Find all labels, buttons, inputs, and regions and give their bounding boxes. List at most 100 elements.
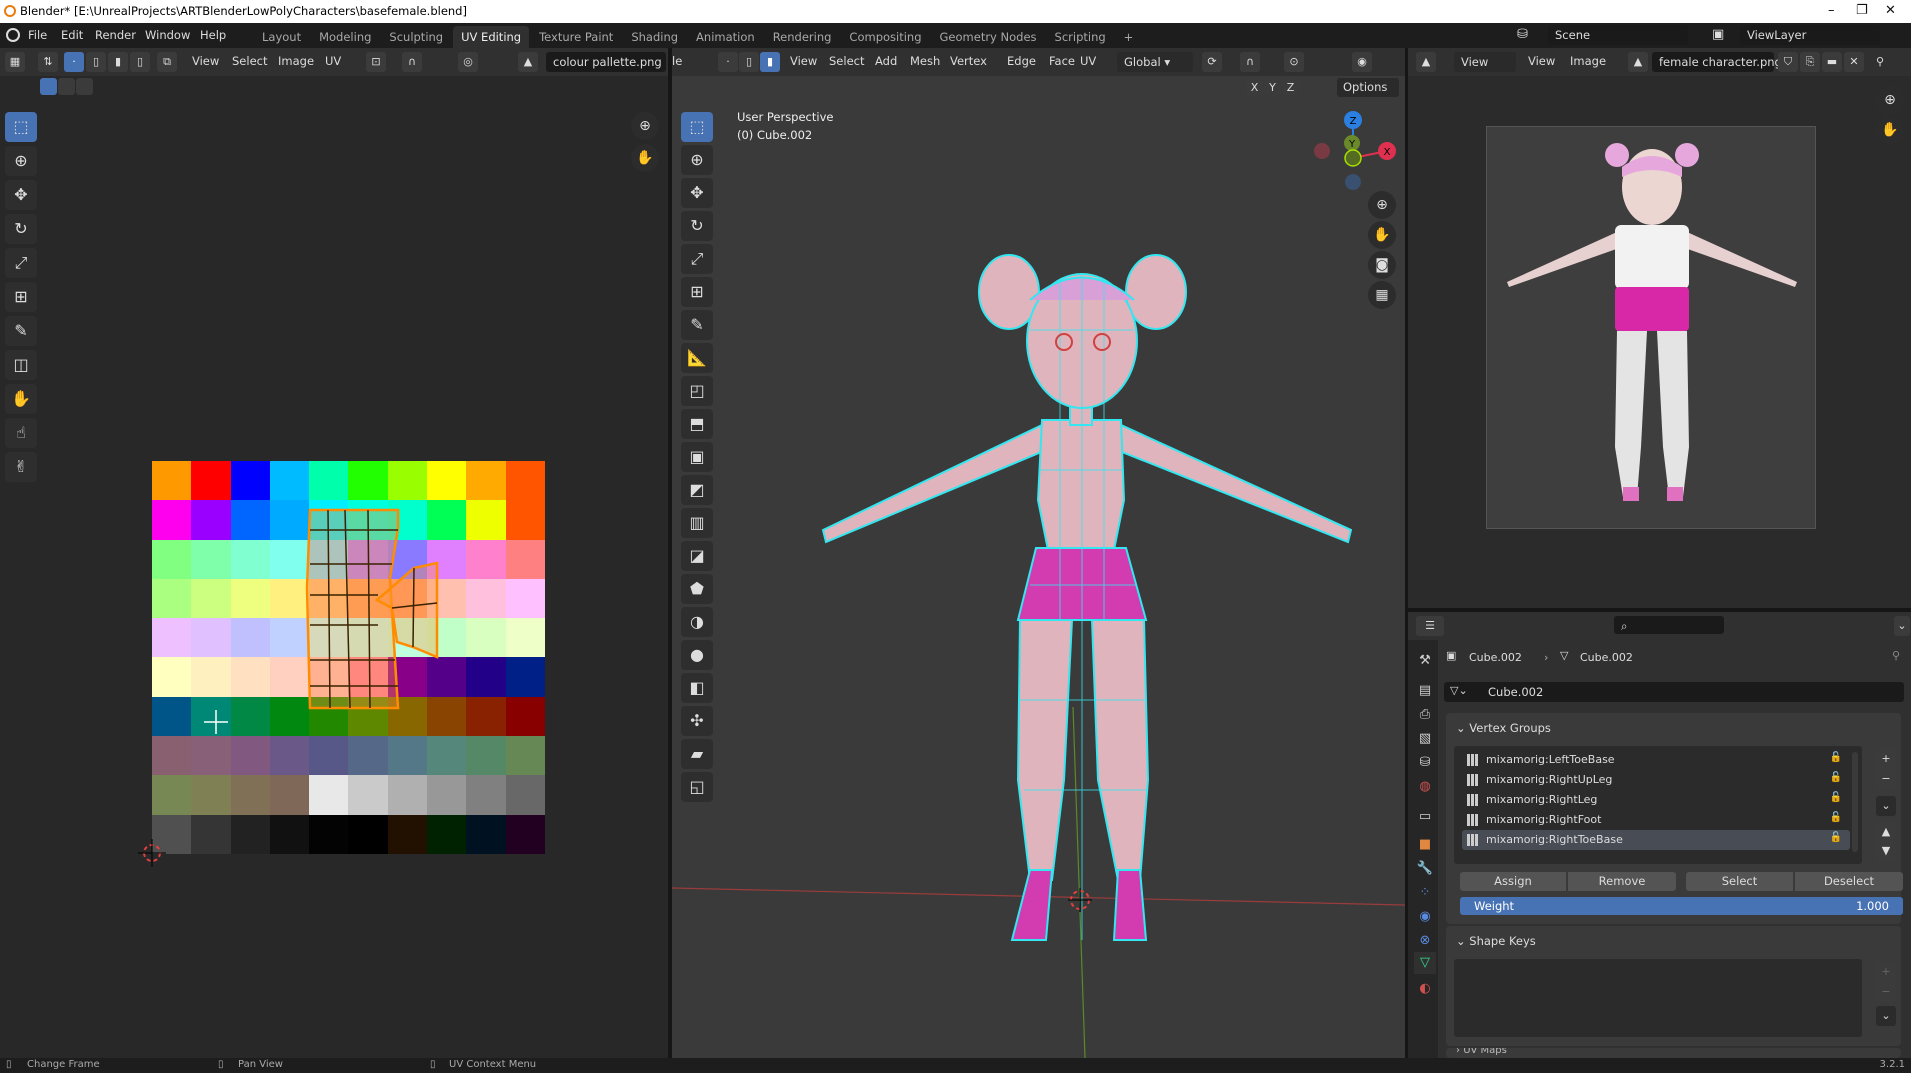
vertex-group-item[interactable]: mixamorig:RightUpLeg 🔓: [1462, 770, 1850, 790]
lock-icon[interactable]: 🔓: [1830, 752, 1842, 763]
menu-file[interactable]: File: [28, 28, 47, 42]
lock-icon[interactable]: 🔓: [1830, 772, 1842, 783]
zoom-icon[interactable]: ⊕: [1876, 86, 1904, 114]
ortho-grid-icon[interactable]: ▦: [1368, 281, 1396, 309]
annotate-icon[interactable]: ✎: [681, 310, 713, 340]
spin-icon[interactable]: ◑: [681, 607, 713, 637]
transform-icon[interactable]: ⊞: [681, 277, 713, 307]
minimize-button[interactable]: –: [1828, 3, 1835, 18]
open-image-icon[interactable]: ▬: [1822, 52, 1842, 72]
unlink-icon[interactable]: ✕: [1844, 52, 1864, 72]
pan-hand-icon[interactable]: ✋: [1876, 116, 1904, 144]
pan-hand-icon[interactable]: ✋: [631, 144, 659, 172]
uv-editor[interactable]: ▦ ⇅ · ▯ ▮ ▯ ⧉ View Select Image UV ⊡ ∩ ◎…: [0, 48, 668, 1058]
workspace-tab[interactable]: UV Editing: [453, 26, 530, 48]
inset-icon[interactable]: ▣: [681, 442, 713, 472]
workspace-tab[interactable]: Layout: [254, 26, 309, 48]
vertex-group-specials-button[interactable]: ⌄: [1876, 796, 1896, 816]
move-icon[interactable]: ✥: [681, 178, 713, 208]
gizmo-y-label[interactable]: Y: [1348, 139, 1356, 150]
deselect-button[interactable]: Deselect: [1795, 872, 1903, 891]
list-scrollbar[interactable]: [1852, 752, 1858, 852]
tool-tab-icon[interactable]: ⚒: [1414, 650, 1436, 672]
remove-shape-key-button[interactable]: −: [1876, 982, 1896, 1002]
zoom-icon[interactable]: ⊕: [631, 112, 659, 140]
add-cube-icon[interactable]: ◰: [681, 376, 713, 406]
move-down-button[interactable]: ▼: [1876, 841, 1896, 861]
render-tab-icon[interactable]: ▤: [1414, 680, 1436, 702]
gizmo-x-label[interactable]: X: [1384, 147, 1391, 158]
bevel-icon[interactable]: ◩: [681, 475, 713, 505]
object-tab-icon[interactable]: ■: [1414, 834, 1436, 856]
measure-icon[interactable]: 📐: [681, 343, 713, 373]
image-menu-view[interactable]: View: [1528, 54, 1555, 68]
cursor-icon[interactable]: ⊕: [681, 145, 713, 175]
workspace-tab[interactable]: Compositing: [841, 26, 929, 48]
modifier-tab-icon[interactable]: 🔧: [1414, 858, 1436, 880]
shear-icon[interactable]: ▰: [681, 739, 713, 769]
extrude-icon[interactable]: ⬒: [681, 409, 713, 439]
pin-icon[interactable]: ⚲: [1870, 52, 1890, 72]
pan-hand-icon[interactable]: ✋: [1368, 221, 1396, 249]
vertex-group-item[interactable]: mixamorig:RightLeg 🔓: [1462, 790, 1850, 810]
blender-menu-icon[interactable]: [6, 28, 20, 42]
fake-user-icon[interactable]: ⛉: [1778, 52, 1798, 72]
scene-tab-icon[interactable]: ⛁: [1414, 752, 1436, 774]
weight-slider[interactable]: Weight 1.000: [1460, 897, 1903, 915]
constraints-tab-icon[interactable]: ⊗: [1414, 930, 1436, 952]
shrink-icon[interactable]: ✣: [681, 706, 713, 736]
world-tab-icon[interactable]: ◍: [1414, 776, 1436, 798]
workspace-tab[interactable]: Animation: [688, 26, 763, 48]
properties-search-input[interactable]: ⌕: [1614, 616, 1724, 634]
select-button[interactable]: Select: [1686, 872, 1793, 891]
workspace-tab[interactable]: Scripting: [1047, 26, 1114, 48]
select-box-icon[interactable]: ⬚: [681, 112, 713, 142]
new-image-icon[interactable]: ⎘: [1800, 52, 1820, 72]
editor-type-icon[interactable]: ☰: [1416, 616, 1444, 636]
physics-tab-icon[interactable]: ◉: [1414, 906, 1436, 928]
scale-icon[interactable]: ⤢: [681, 244, 713, 274]
poly-build-icon[interactable]: ⬟: [681, 574, 713, 604]
particles-tab-icon[interactable]: ⁘: [1414, 882, 1436, 904]
menu-help[interactable]: Help: [200, 28, 226, 42]
shape-keys-header[interactable]: ⌄ Shape Keys: [1456, 934, 1536, 948]
mesh-name-field[interactable]: Cube.002: [1444, 682, 1904, 702]
pin-icon[interactable]: ⚲: [1892, 649, 1900, 662]
workspace-tab[interactable]: Geometry Nodes: [932, 26, 1045, 48]
lock-icon[interactable]: 🔓: [1830, 832, 1842, 843]
shape-key-specials-button[interactable]: ⌄: [1876, 1006, 1896, 1026]
workspace-tab[interactable]: Texture Paint: [531, 26, 621, 48]
mesh-data-browse-icon[interactable]: ▽⌄: [1450, 684, 1468, 697]
knife-icon[interactable]: ◪: [681, 541, 713, 571]
collection-tab-icon[interactable]: ▭: [1414, 806, 1436, 828]
breadcrumb-mesh[interactable]: Cube.002: [1580, 651, 1633, 664]
close-button[interactable]: ✕: [1885, 3, 1896, 18]
workspace-tab[interactable]: Rendering: [765, 26, 840, 48]
image-browse-icon[interactable]: ▲: [1628, 52, 1648, 72]
view-layer-field[interactable]: ViewLayer: [1740, 25, 1880, 45]
lock-icon[interactable]: 🔓: [1830, 792, 1842, 803]
vertex-group-item[interactable]: mixamorig:LeftToeBase 🔓: [1462, 750, 1850, 770]
assign-button[interactable]: Assign: [1460, 872, 1566, 891]
view-mode-dropdown[interactable]: View: [1454, 52, 1516, 72]
image-editor[interactable]: ▲ View View Image ▲ female character.png…: [1408, 48, 1911, 608]
rip-region-icon[interactable]: ◱: [681, 772, 713, 802]
workspace-tab[interactable]: Sculpting: [381, 26, 451, 48]
workspace-tab[interactable]: Shading: [623, 26, 686, 48]
mesh-data-tab-icon[interactable]: ▽: [1414, 952, 1436, 974]
gizmo-z-label[interactable]: Z: [1350, 116, 1357, 127]
image-name-field[interactable]: female character.png: [1652, 52, 1782, 72]
scene-icon[interactable]: ⛁: [1517, 27, 1528, 42]
uv-maps-header[interactable]: › UV Maps: [1456, 1048, 1507, 1056]
lock-icon[interactable]: 🔓: [1830, 812, 1842, 823]
move-up-button[interactable]: ▲: [1876, 822, 1896, 842]
output-tab-icon[interactable]: ⎙: [1414, 704, 1436, 726]
options-chevron-icon[interactable]: ⌄: [1894, 616, 1910, 636]
3d-viewport[interactable]: le · ▯ ▮ View Select Add Mesh Vertex Edg…: [672, 48, 1405, 1058]
maximize-button[interactable]: ❐: [1856, 3, 1868, 18]
view-layer-icon[interactable]: ▣: [1712, 27, 1724, 42]
menu-edit[interactable]: Edit: [61, 28, 83, 42]
edge-slide-icon[interactable]: ◧: [681, 673, 713, 703]
image-menu-image[interactable]: Image: [1570, 54, 1606, 68]
camera-icon[interactable]: ◙: [1368, 251, 1396, 279]
